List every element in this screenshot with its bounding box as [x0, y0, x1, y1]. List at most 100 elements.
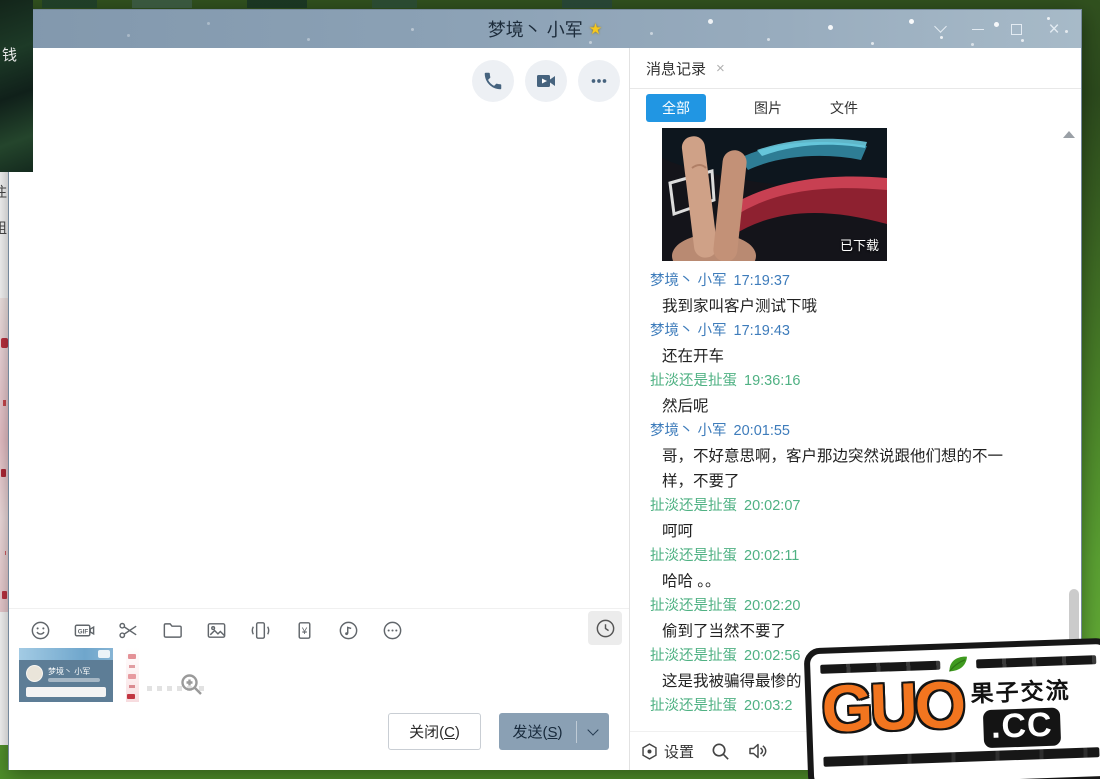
titlebar[interactable]: 梦境丶 小军 ★ ×: [9, 10, 1081, 48]
send-button[interactable]: 发送(S): [499, 713, 609, 750]
settings-button[interactable]: 设置: [640, 741, 694, 762]
vip-star-icon: ★: [589, 20, 602, 38]
message-time: 19:36:16: [744, 373, 800, 389]
card-title: 梦境丶 小军: [48, 666, 90, 677]
zoom-in-cursor-icon: [179, 672, 205, 698]
message-sender: 扯淡还是扯蛋: [650, 648, 737, 664]
message-sender: 扯淡还是扯蛋: [650, 698, 737, 714]
svg-text:GIF: GIF: [78, 628, 89, 635]
search-icon: [710, 741, 731, 762]
message-item: 扯淡还是扯蛋 20:02:20 偷到了当然不要了: [650, 594, 1081, 644]
phone-icon: [482, 70, 504, 92]
message-text: 哈哈 。。: [650, 569, 1008, 594]
message-text: 我到家叫客户测试下哦: [650, 294, 1008, 319]
message-history-button[interactable]: [588, 611, 622, 645]
message-time: 17:19:37: [734, 273, 790, 289]
send-file-folder-button[interactable]: [161, 619, 184, 642]
emoji-button[interactable]: [29, 619, 52, 642]
maximize-icon: [1011, 24, 1022, 35]
attachment-image-strip[interactable]: [126, 648, 139, 702]
maximize-button[interactable]: [997, 10, 1035, 48]
message-time: 20:02:20: [744, 598, 800, 614]
chevron-down-icon: [587, 724, 598, 735]
message-time: 20:02:11: [744, 548, 799, 564]
dialog-buttons: 关闭(C) 发送(S): [388, 713, 609, 750]
message-time: 20:03:2: [744, 698, 792, 714]
input-area[interactable]: 梦境丶 小军: [19, 646, 319, 706]
watermark-caption: 果子交流: [970, 671, 1071, 708]
watermark-domain: .CC: [982, 708, 1061, 748]
more-tools-button[interactable]: [381, 619, 404, 642]
message-time: 20:02:56: [744, 648, 800, 664]
gif-hot-image-button[interactable]: GIF: [73, 619, 96, 642]
skin-menu-button[interactable]: [921, 10, 959, 48]
background-top-fragment: [42, 0, 642, 8]
transfer-money-button[interactable]: ¥: [293, 619, 316, 642]
message-item: 梦境丶 小军 17:19:43 还在开车: [650, 319, 1081, 369]
downloaded-badge: 已下载: [840, 235, 879, 254]
message-time: 20:02:07: [744, 498, 800, 514]
video-thumbnail[interactable]: 已下载: [662, 128, 887, 261]
message-sender: 梦境丶 小军: [650, 273, 727, 289]
message-item: 梦境丶 小军20:01:55 哥，不好意思啊，客户那边突然说跟他们想的不一样，不…: [650, 419, 1081, 494]
message-text: 偷到了当然不要了: [650, 619, 1008, 644]
card-avatar: [26, 665, 43, 682]
chevron-down-icon: [934, 20, 947, 33]
tab-message-history[interactable]: 消息记录: [646, 58, 706, 79]
message-sender: 扯淡还是扯蛋: [650, 498, 737, 514]
message-item: 扯淡还是扯蛋 20:02:07 呵呵: [650, 494, 1081, 544]
message-text: 还在开车: [650, 344, 1008, 369]
settings-label: 设置: [664, 741, 694, 762]
mini-toolbar-icons: [147, 686, 152, 691]
video-camera-icon: [534, 69, 558, 93]
screenshot-scissors-button[interactable]: [117, 619, 140, 642]
svg-text:¥: ¥: [301, 626, 308, 637]
chat-pane: GIF ¥: [9, 48, 630, 770]
attachment-image[interactable]: 梦境丶 小军: [19, 648, 113, 702]
window-title: 梦境丶 小军: [488, 16, 583, 42]
video-call-button[interactable]: [525, 60, 567, 102]
close-chat-button[interactable]: 关闭(C): [388, 713, 481, 750]
card-chip: [98, 650, 110, 658]
message-sender: 梦境丶 小军: [650, 423, 727, 439]
filter-images[interactable]: 图片: [754, 98, 782, 118]
send-picture-button[interactable]: [205, 619, 228, 642]
message-time: 17:19:43: [734, 323, 790, 339]
tab-close-icon[interactable]: ×: [716, 60, 725, 77]
send-options-button[interactable]: [577, 730, 609, 734]
search-button[interactable]: [710, 741, 731, 762]
call-button-row: [472, 60, 620, 102]
ellipsis-icon: [588, 70, 610, 92]
background-text-fragment: 钱: [2, 44, 17, 65]
scroll-up-arrow[interactable]: [1063, 131, 1075, 138]
message-sender: 扯淡还是扯蛋: [650, 598, 737, 614]
speaker-icon: [747, 740, 769, 762]
message-text: 哥，不好意思啊，客户那边突然说跟他们想的不一样，不要了: [650, 444, 1008, 494]
audio-record-button[interactable]: [337, 619, 360, 642]
message-text: 然后呢: [650, 394, 1008, 419]
watermark-stamp: GUO 果子交流 .CC: [804, 638, 1100, 779]
message-item: 扯淡还是扯蛋 19:36:16 然后呢: [650, 369, 1081, 419]
message-text: 呵呵: [650, 519, 1008, 544]
message-item: 梦境丶 小军 17:19:37 我到家叫客户测试下哦: [650, 269, 1081, 319]
filter-files[interactable]: 文件: [830, 98, 858, 118]
sound-button[interactable]: [747, 740, 769, 762]
watermark-word: GUO: [821, 673, 964, 741]
close-window-button[interactable]: ×: [1035, 10, 1073, 48]
minimize-button[interactable]: [959, 10, 997, 48]
message-sender: 梦境丶 小军: [650, 323, 727, 339]
voice-call-button[interactable]: [472, 60, 514, 102]
background-image-fragment: 钱: [0, 0, 33, 172]
gear-icon: [640, 742, 659, 761]
history-filter-bar: 全部 图片 文件: [630, 89, 1081, 126]
message-item: 扯淡还是扯蛋 20:02:11 哈哈 。。: [650, 544, 1081, 594]
card-subtitle-bar: [48, 678, 100, 682]
more-actions-button[interactable]: [578, 60, 620, 102]
message-sender: 扯淡还是扯蛋: [650, 548, 737, 564]
window-controls: ×: [921, 10, 1073, 48]
card-button-bar: [26, 687, 106, 697]
message-sender: 扯淡还是扯蛋: [650, 373, 737, 389]
window-shake-button[interactable]: [249, 619, 272, 642]
minimize-icon: [972, 29, 984, 30]
filter-all[interactable]: 全部: [646, 94, 706, 122]
